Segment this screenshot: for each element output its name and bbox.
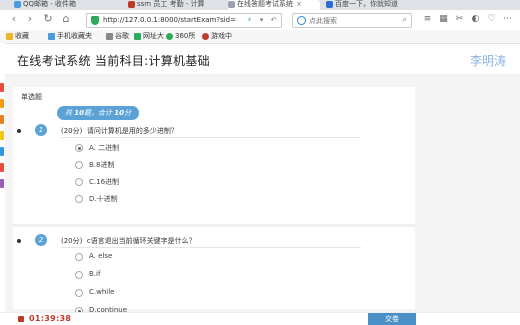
security-shield-icon (91, 16, 99, 25)
browser-search-box[interactable]: ⌕ (292, 13, 412, 28)
question-type-label: 单选题 (21, 93, 42, 101)
dropdown-icon[interactable]: ▾ (257, 16, 266, 25)
app-icon[interactable] (0, 83, 4, 92)
app-icon[interactable] (0, 163, 4, 172)
browser-search-input[interactable] (309, 14, 389, 27)
close-tab-icon[interactable]: × (296, 0, 302, 8)
more-icon[interactable]: ⋯ (502, 14, 513, 25)
favorites-icon[interactable]: ♡ (486, 14, 497, 25)
app-icon[interactable] (0, 131, 4, 140)
browser-tab-ssm[interactable]: ssm 员工 考勤 - 计算 (128, 0, 224, 10)
total-points: 10 (114, 109, 124, 117)
radio-button[interactable] (75, 161, 83, 169)
question-divider (13, 224, 415, 227)
search-engine-icon (297, 16, 306, 25)
search-icon[interactable]: ⌕ (403, 15, 407, 25)
question-number: 2 (35, 234, 47, 246)
folder-icon (106, 32, 113, 40)
lightning-icon[interactable]: ⚡ (245, 16, 254, 25)
radio-button[interactable] (75, 289, 83, 297)
question-separator (61, 247, 361, 248)
apps-icon[interactable]: ▦ (438, 14, 449, 25)
bookmark-mobile[interactable]: 手机收藏夹 (48, 31, 92, 42)
bookmark-google[interactable]: 谷歌 (106, 31, 129, 42)
url-input[interactable] (103, 14, 243, 27)
bookmark-web[interactable]: 网址大 (134, 31, 164, 42)
bookmark-favorites[interactable]: 收藏 (6, 31, 29, 42)
folder-icon (48, 32, 55, 40)
radio-button[interactable] (75, 178, 83, 186)
app-icon[interactable] (0, 147, 4, 156)
browser-toolbar: ‹ › ↻ ⌂ ⚡ ▾ ↶ ⌕ ≡ ▦ ✂ ◐ ♡ ⋯ (0, 10, 520, 30)
menu-icon[interactable]: ≡ (422, 14, 433, 25)
question-panel: 单选题 共 10题，合计 10分 1 (20分) 请问计算机是用的多少进制？ A… (13, 87, 415, 315)
bookmark-360[interactable]: 360所 (166, 31, 195, 42)
star-icon (6, 32, 13, 40)
app-icon[interactable] (0, 99, 4, 108)
radio-button[interactable] (75, 144, 83, 152)
app-icon[interactable] (0, 179, 4, 188)
timer-icon (18, 316, 24, 322)
ssm-favicon-icon (128, 0, 135, 8)
radio-button[interactable] (75, 271, 83, 279)
page-header: 在线考试系统 当前科目:计算机基础 李明涛 (5, 44, 520, 75)
exam-favicon-icon (228, 0, 235, 8)
question-count-badge: 共 10题，合计 10分 (57, 106, 139, 120)
question-text: (20分) 请问计算机是用的多少进制？ (61, 127, 178, 135)
forward-icon[interactable]: › (24, 13, 36, 25)
qqmail-favicon-icon (14, 0, 21, 8)
countdown-timer: 01:39:38 (29, 314, 72, 323)
question-text: (20分) c语言退出当前循环关键字是什么？ (61, 237, 196, 245)
app-icon[interactable] (0, 115, 4, 124)
back-icon[interactable]: ‹ (8, 13, 20, 25)
reload-icon[interactable]: ↻ (42, 13, 54, 25)
question-item: 1 (20分) 请问计算机是用的多少进制？ A. 二进制 B.8进制 C.16进… (13, 123, 415, 219)
page-title: 在线考试系统 当前科目:计算机基础 (17, 54, 210, 68)
question-separator (61, 137, 361, 138)
address-bar[interactable]: ⚡ ▾ ↶ (86, 13, 282, 28)
browser-tab-exam[interactable]: 在线答题考试系统 × (228, 0, 320, 10)
globe-icon (134, 32, 141, 40)
question-number: 1 (35, 124, 47, 136)
extension-icon[interactable]: ◐ (470, 14, 481, 25)
undo-icon[interactable]: ↶ (269, 16, 278, 25)
browser-tab-baidu[interactable]: 百度一下，你就知道 (326, 0, 412, 10)
bullet-icon (17, 239, 21, 243)
submit-exam-button[interactable]: 交卷 (368, 313, 416, 325)
360-icon (166, 32, 173, 40)
question-item: 2 (20分) c语言退出当前循环关键字是什么？ A. else B.if C.… (13, 233, 415, 315)
exam-footer: 01:39:38 交卷 (0, 312, 520, 325)
browser-tab-qqmail[interactable]: QQ邮箱 - 收件箱 (14, 0, 108, 10)
radio-button[interactable] (75, 195, 83, 203)
bookmarks-bar: 收藏 手机收藏夹 谷歌 网址大 360所 游戏中 (0, 30, 520, 44)
baidu-favicon-icon (326, 0, 333, 8)
home-icon[interactable]: ⌂ (60, 13, 72, 25)
username[interactable]: 李明涛 (470, 52, 506, 69)
scissors-icon[interactable]: ✂ (454, 14, 465, 25)
game-icon (202, 32, 209, 40)
exam-content: 单选题 共 10题，合计 10分 1 (20分) 请问计算机是用的多少进制？ A… (5, 75, 520, 324)
total-count: 10 (74, 109, 84, 117)
radio-button[interactable] (75, 253, 83, 261)
bookmark-games[interactable]: 游戏中 (202, 31, 232, 42)
section-header: 单选题 共 10题，合计 10分 (13, 87, 415, 125)
bullet-icon (17, 129, 21, 133)
browser-tab-strip: QQ邮箱 - 收件箱 ssm 员工 考勤 - 计算 在线答题考试系统 × 百度一下… (0, 0, 520, 10)
